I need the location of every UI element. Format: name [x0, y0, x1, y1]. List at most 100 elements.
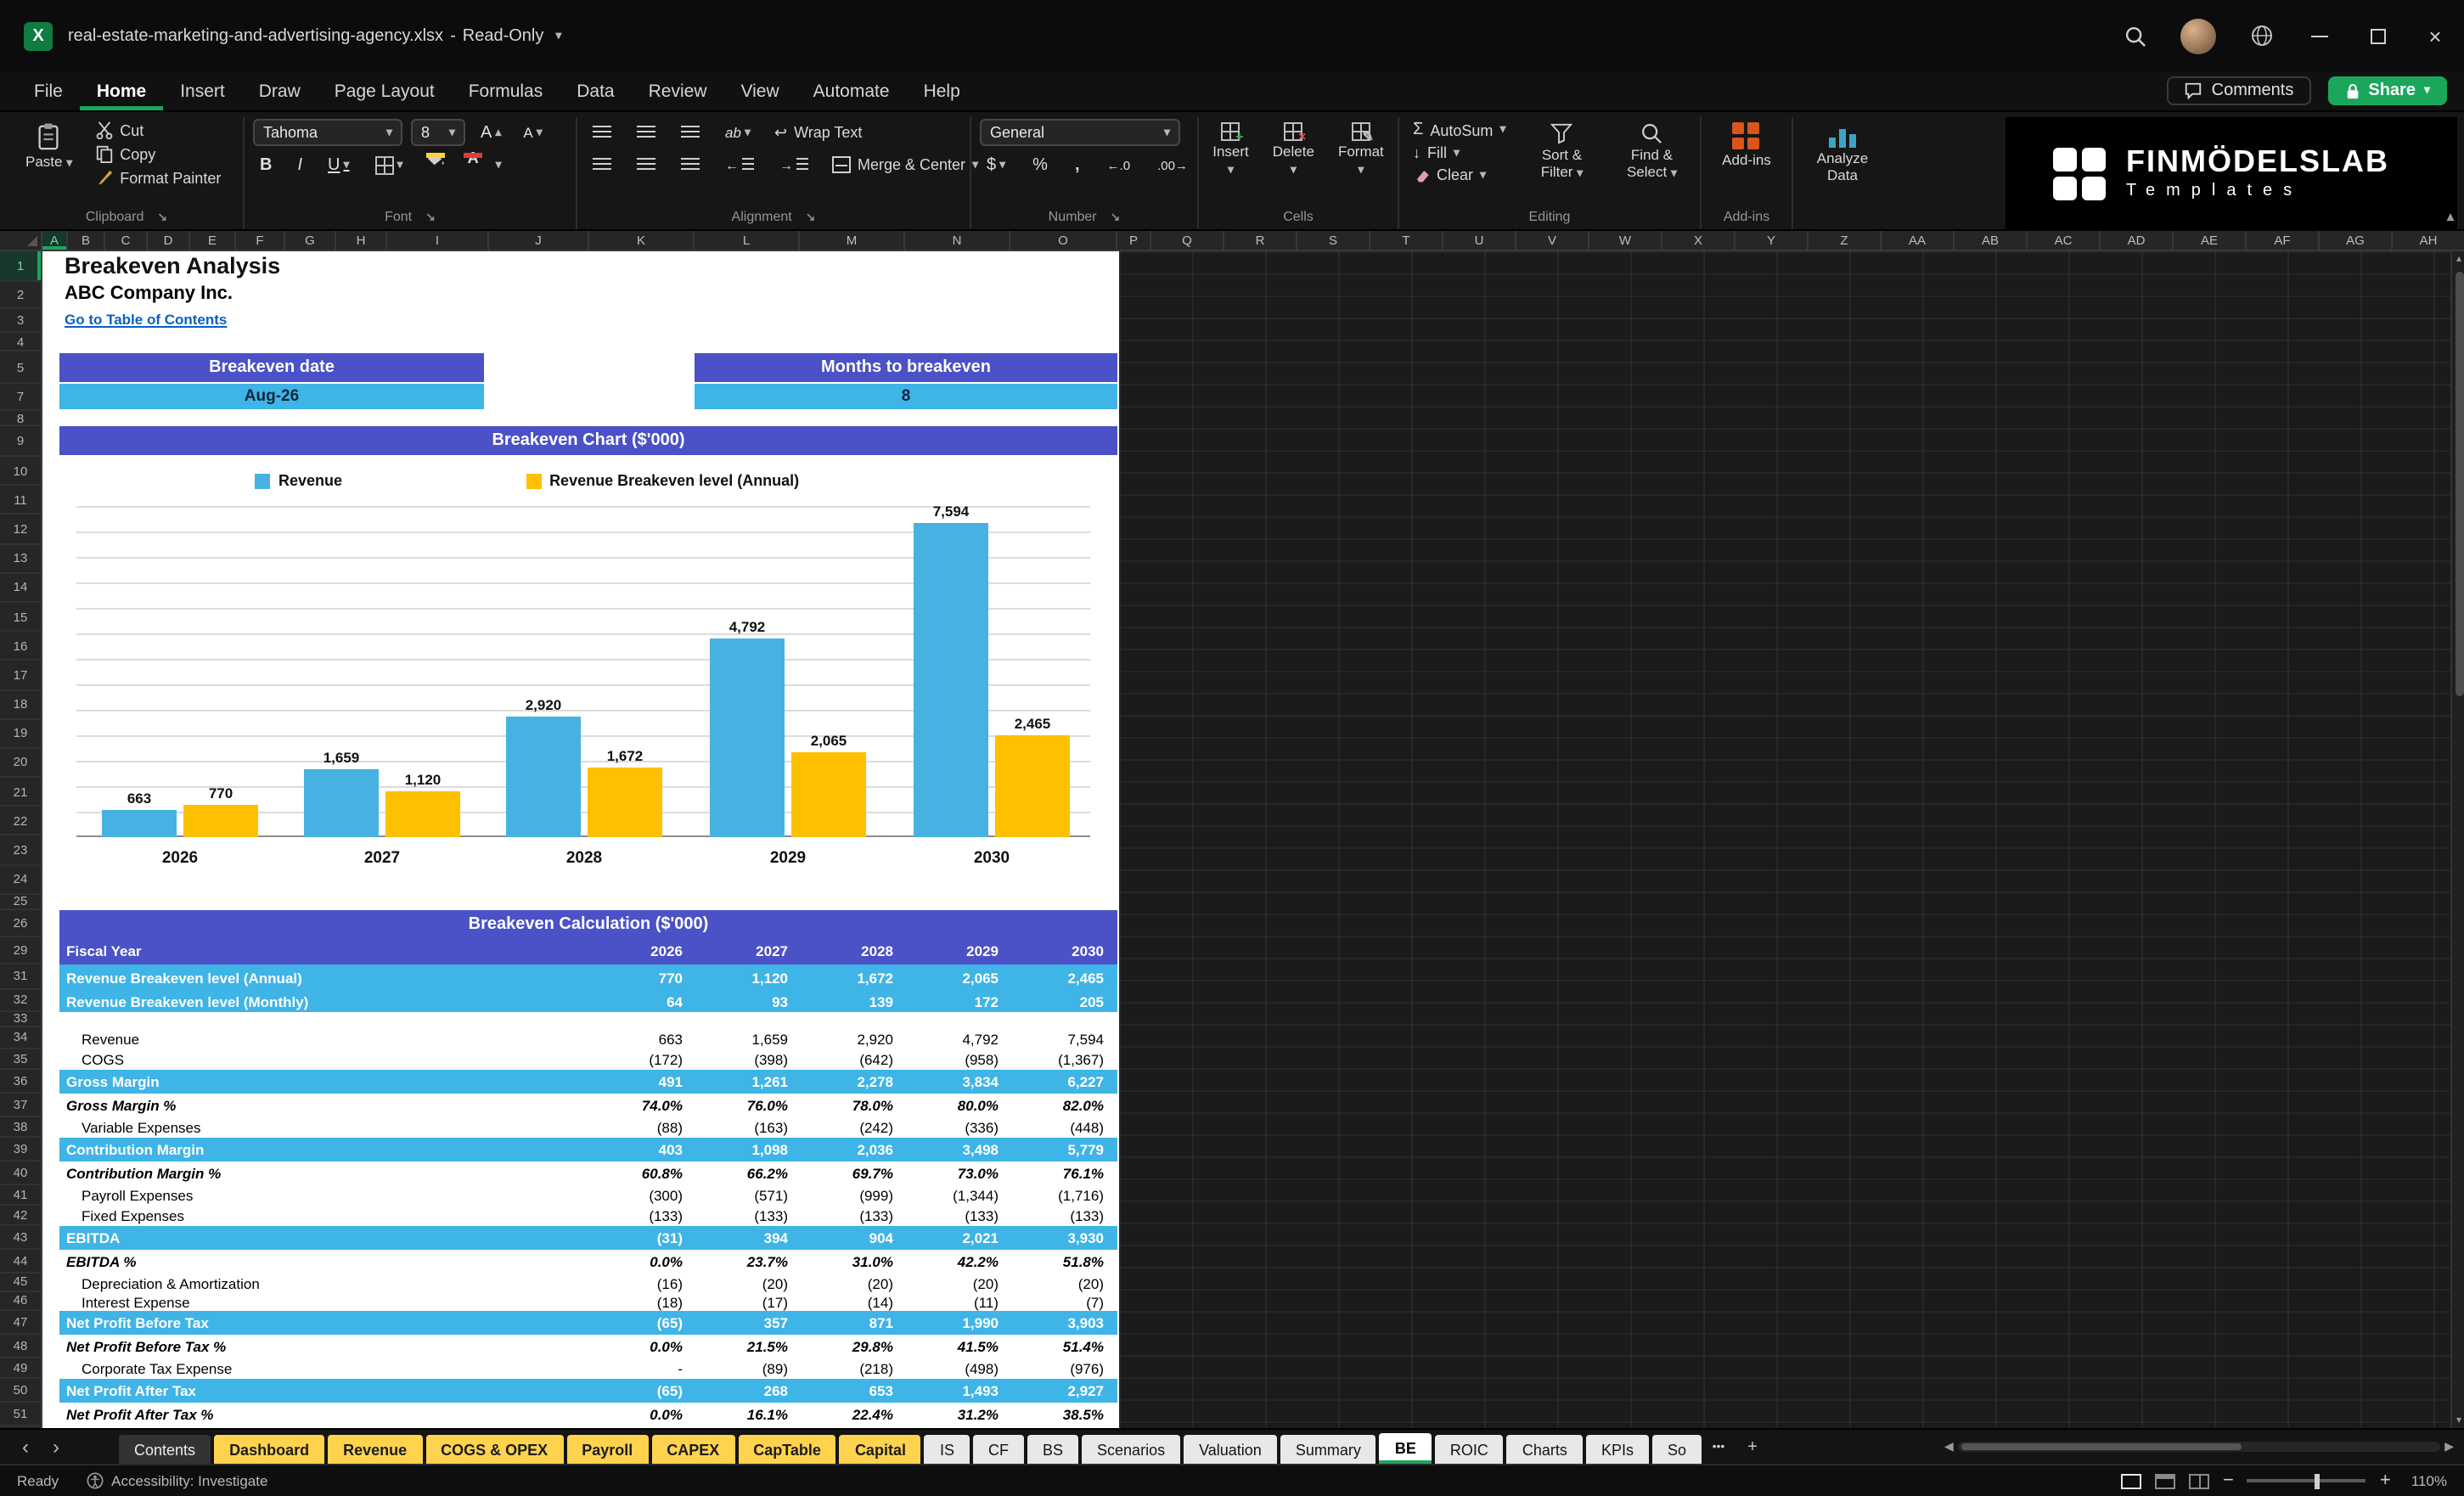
table-cell[interactable]: 51.4% — [1012, 1338, 1117, 1355]
increase-indent-button[interactable]: → — [773, 151, 815, 178]
column-header-af[interactable]: AF — [2247, 231, 2320, 250]
row-header-47[interactable]: 47 — [0, 1311, 41, 1335]
column-header-y[interactable]: Y — [1735, 231, 1809, 250]
table-cell[interactable]: 2,065 — [907, 969, 1012, 986]
table-cell[interactable]: (571) — [696, 1187, 802, 1204]
row-header-37[interactable]: 37 — [0, 1094, 41, 1117]
row-header-41[interactable]: 41 — [0, 1185, 41, 1206]
column-header-ab[interactable]: AB — [1955, 231, 2028, 250]
table-cell[interactable]: (1,367) — [1012, 1051, 1117, 1068]
table-cell[interactable]: 3,903 — [1012, 1314, 1117, 1331]
table-row-44[interactable]: EBITDA % 0.0% 23.7% 31.0% 42.2% 51.8% — [59, 1250, 1117, 1274]
column-header-o[interactable]: O — [1010, 231, 1117, 250]
workbook-title[interactable]: real-estate-marketing-and-advertising-ag… — [68, 26, 561, 45]
table-cell[interactable]: (498) — [907, 1360, 1012, 1377]
row-header-33[interactable]: 33 — [0, 1011, 41, 1027]
table-cell[interactable]: 64 — [591, 993, 696, 1010]
fiscal-year-cell[interactable]: 2030 — [1012, 942, 1117, 959]
table-cell[interactable]: 0.0% — [591, 1253, 696, 1270]
table-cell[interactable]: (20) — [802, 1274, 907, 1291]
sheet-tab-capital[interactable]: Capital — [839, 1435, 921, 1464]
vertical-scrollbar-thumb[interactable] — [2455, 272, 2463, 696]
table-row-37[interactable]: Gross Margin % 74.0% 76.0% 78.0% 80.0% 82.0% — [59, 1094, 1117, 1117]
page-layout-view-button[interactable] — [2155, 1473, 2176, 1488]
sheet-tab-payroll[interactable]: Payroll — [566, 1435, 649, 1464]
table-row-41[interactable]: Payroll Expenses (300) (571) (999) (1,344) (1… — [59, 1185, 1117, 1206]
table-cell[interactable]: 60.8% — [591, 1165, 696, 1182]
table-cell[interactable]: 23.7% — [696, 1253, 802, 1270]
row-header-45[interactable]: 45 — [0, 1274, 41, 1292]
column-header-ah[interactable]: AH — [2393, 231, 2464, 250]
table-cell[interactable]: 51.8% — [1012, 1253, 1117, 1270]
column-header-z[interactable]: Z — [1809, 231, 1882, 250]
row-header-39[interactable]: 39 — [0, 1138, 41, 1161]
ribbon-collapse-chevron[interactable]: ▴ — [2447, 209, 2454, 224]
table-cell[interactable]: 42.2% — [907, 1253, 1012, 1270]
menu-tab-page-layout[interactable]: Page Layout — [318, 71, 452, 110]
accessibility-status[interactable]: Accessibility: Investigate — [86, 1472, 267, 1489]
sort-filter-button[interactable]: Sort & Filter ▾ — [1521, 119, 1602, 184]
decrease-font-size-button[interactable]: A ▾ — [516, 119, 548, 146]
table-cell[interactable]: 205 — [1012, 993, 1117, 1010]
table-cell[interactable]: 403 — [591, 1141, 696, 1158]
table-cell[interactable]: 1,098 — [696, 1141, 802, 1158]
tab-scroll-right-button[interactable]: › — [41, 1430, 71, 1464]
table-cell[interactable]: 0.0% — [591, 1406, 696, 1423]
table-row-45[interactable]: Depreciation & Amortization (16) (20) (20)(… — [59, 1274, 1117, 1292]
zoom-slider-thumb[interactable] — [2315, 1473, 2321, 1488]
table-row-46[interactable]: Interest Expense (18) (17) (14) (11) (7) — [59, 1292, 1117, 1311]
table-row-32[interactable]: Revenue Breakeven level (Monthly) 64 93 139… — [59, 990, 1117, 1012]
horizontal-scrollbar-track[interactable] — [1958, 1442, 2440, 1452]
table-cell[interactable]: (976) — [1012, 1360, 1117, 1377]
table-cell[interactable]: 31.0% — [802, 1253, 907, 1270]
zoom-in-button[interactable]: + — [2380, 1471, 2391, 1491]
row-header-32[interactable]: 32 — [0, 990, 41, 1012]
sheet-tab-contents[interactable]: Contents — [119, 1435, 211, 1464]
table-cell[interactable]: 904 — [802, 1229, 907, 1246]
row-header-25[interactable]: 25 — [0, 894, 41, 910]
menu-tab-help[interactable]: Help — [907, 71, 977, 110]
row-header-8[interactable]: 8 — [0, 410, 41, 426]
clear-button[interactable]: Clear ▾ — [1408, 165, 1510, 185]
table-cell[interactable]: 653 — [802, 1382, 907, 1399]
table-cell[interactable]: 38.5% — [1012, 1406, 1117, 1423]
table-cell[interactable]: 66.2% — [696, 1165, 802, 1182]
column-header-k[interactable]: K — [589, 231, 695, 250]
column-header-aa[interactable]: AA — [1882, 231, 1955, 250]
table-cell[interactable]: (7) — [1012, 1293, 1117, 1310]
table-cell[interactable]: (242) — [802, 1119, 907, 1136]
menu-tab-insert[interactable]: Insert — [163, 71, 242, 110]
row-header-7[interactable]: 7 — [0, 384, 41, 411]
add-ins-button[interactable]: Add-ins — [1715, 119, 1778, 173]
row-header-51[interactable]: 51 — [0, 1403, 41, 1426]
orientation-button[interactable]: ab ▾ — [718, 119, 757, 146]
table-cell[interactable]: 4,792 — [907, 1030, 1012, 1047]
dialog-launcher-icon[interactable]: ↘ — [806, 210, 816, 223]
table-cell[interactable]: (398) — [696, 1051, 802, 1068]
row-header-14[interactable]: 14 — [0, 574, 41, 603]
table-cell[interactable]: (11) — [907, 1293, 1012, 1310]
column-header-p[interactable]: P — [1117, 231, 1151, 250]
row-header-19[interactable]: 19 — [0, 719, 41, 749]
dialog-launcher-icon[interactable]: ↘ — [157, 210, 167, 223]
row-header-3[interactable]: 3 — [0, 309, 41, 333]
table-cell[interactable]: (89) — [696, 1360, 802, 1377]
column-header-c[interactable]: C — [105, 231, 148, 250]
table-row-38[interactable]: Variable Expenses (88) (163) (242) (336) (448… — [59, 1117, 1117, 1138]
table-cell[interactable]: 31.2% — [907, 1406, 1012, 1423]
horizontal-scrollbar-thumb[interactable] — [1961, 1443, 2242, 1450]
column-header-f[interactable]: F — [236, 231, 285, 250]
sheet-tab-capex[interactable]: CAPEX — [651, 1435, 735, 1464]
column-header-l[interactable]: L — [695, 231, 800, 250]
decrease-decimal-button[interactable]: .00→ — [1150, 151, 1195, 178]
table-cell[interactable]: (999) — [802, 1187, 907, 1204]
menu-tab-file[interactable]: File — [17, 71, 80, 110]
add-sheet-button[interactable]: + — [1735, 1430, 1769, 1464]
row-header-18[interactable]: 18 — [0, 690, 41, 720]
fiscal-year-cell[interactable]: 2026 — [591, 942, 696, 959]
table-cell[interactable]: (448) — [1012, 1119, 1117, 1136]
close-button[interactable]: × — [2406, 0, 2464, 71]
increase-decimal-button[interactable]: ←.0 — [1100, 151, 1138, 178]
row-header-23[interactable]: 23 — [0, 836, 41, 866]
column-header-g[interactable]: G — [285, 231, 336, 250]
